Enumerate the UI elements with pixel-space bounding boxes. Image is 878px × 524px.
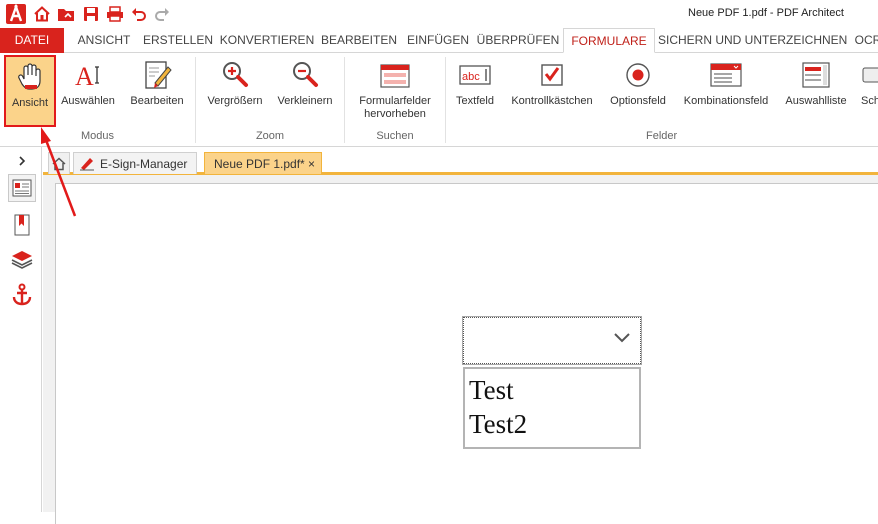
group-label-suchen: Suchen bbox=[376, 130, 414, 142]
home-tab[interactable] bbox=[48, 152, 70, 174]
window-title: Neue PDF 1.pdf - PDF Architect bbox=[688, 7, 844, 19]
group-label-zoom: Zoom bbox=[255, 130, 285, 142]
bearbeiten-label: Bearbeiten bbox=[130, 95, 184, 107]
edit-form-icon bbox=[141, 59, 173, 91]
left-navigation-panel bbox=[0, 147, 42, 512]
tab-label: E-Sign-Manager bbox=[100, 157, 188, 171]
auswaehlen-button[interactable]: A Auswählen bbox=[58, 55, 118, 127]
group-label-felder: Felder bbox=[646, 130, 678, 142]
verkleinern-button[interactable]: Verkleinern bbox=[272, 55, 338, 127]
tab-ansicht[interactable]: ANSICHT bbox=[70, 28, 138, 53]
layers-icon[interactable] bbox=[8, 245, 36, 273]
tab-e-sign-manager[interactable]: E-Sign-Manager bbox=[73, 152, 197, 174]
document-tab-bar: E-Sign-Manager Neue PDF 1.pdf* × bbox=[43, 147, 878, 175]
kontrollkaestchen-button[interactable]: Kontrollkästchen bbox=[505, 55, 599, 127]
list-item[interactable]: Test bbox=[469, 375, 514, 405]
ansicht-mode-button[interactable]: Ansicht bbox=[4, 55, 56, 127]
group-label-modus: Modus bbox=[80, 130, 115, 142]
optionsfeld-button[interactable]: Optionsfeld bbox=[603, 55, 673, 127]
print-icon[interactable] bbox=[105, 4, 125, 24]
title-bar: Neue PDF 1.pdf - PDF Architect bbox=[0, 0, 878, 28]
textfeld-label: Textfeld bbox=[456, 95, 494, 107]
zoom-in-icon bbox=[219, 59, 251, 91]
schaltflaeche-label: Sch bbox=[861, 95, 878, 107]
pdf-page: Test Test2 bbox=[55, 183, 878, 524]
auswahlliste-label: Auswahlliste bbox=[785, 95, 847, 107]
list-item[interactable]: Test2 bbox=[469, 409, 527, 439]
chevron-down-icon[interactable] bbox=[613, 332, 631, 347]
vergroessern-label: Vergrößern bbox=[207, 95, 263, 107]
svg-text:A: A bbox=[75, 62, 94, 91]
save-icon[interactable] bbox=[81, 4, 101, 24]
document-viewport: Test Test2 bbox=[43, 175, 878, 524]
highlight-fields-icon bbox=[379, 59, 411, 91]
tab-sichern-und-unterzeichnen[interactable]: SICHERN UND UNTERZEICHNEN bbox=[658, 28, 847, 53]
close-tab-icon[interactable]: × bbox=[308, 153, 315, 175]
radio-icon bbox=[622, 59, 654, 91]
home-icon[interactable] bbox=[32, 4, 52, 24]
bearbeiten-button[interactable]: Bearbeiten bbox=[126, 55, 188, 127]
textfeld-button[interactable]: abc Textfeld bbox=[452, 55, 498, 127]
kontrollkaestchen-label: Kontrollkästchen bbox=[511, 95, 593, 107]
kombinationsfeld-label: Kombinationsfeld bbox=[683, 95, 769, 107]
open-folder-icon[interactable] bbox=[56, 4, 76, 24]
redo-icon[interactable] bbox=[152, 4, 172, 24]
listbox-icon bbox=[800, 59, 832, 91]
formularfelder-hervorheben-button[interactable]: Formularfelder hervorheben bbox=[352, 55, 438, 127]
bookmarks-icon[interactable] bbox=[8, 211, 36, 239]
optionsfeld-label: Optionsfeld bbox=[610, 95, 666, 107]
tab-datei[interactable]: DATEI bbox=[0, 28, 64, 53]
list-box-field[interactable]: Test Test2 bbox=[463, 367, 641, 449]
combo-box-field[interactable] bbox=[462, 316, 642, 365]
app-logo-icon[interactable] bbox=[6, 4, 26, 24]
tab-einfuegen[interactable]: EINFÜGEN bbox=[403, 28, 473, 53]
tab-konvertieren[interactable]: KONVERTIEREN bbox=[218, 28, 316, 53]
tab-ocr[interactable]: OCR bbox=[848, 28, 878, 53]
expand-panel-chevron-icon[interactable] bbox=[8, 151, 36, 171]
kombinationsfeld-button[interactable]: Kombinationsfeld bbox=[677, 55, 775, 127]
auswahlliste-button[interactable]: Auswahlliste bbox=[780, 55, 852, 127]
formularfelder-hervorheben-label: Formularfelder hervorheben bbox=[359, 95, 431, 120]
zoom-out-icon bbox=[289, 59, 321, 91]
page-thumbnails-icon[interactable] bbox=[8, 174, 36, 202]
tab-ueberpruefen[interactable]: ÜBERPRÜFEN bbox=[476, 28, 560, 53]
undo-icon[interactable] bbox=[129, 4, 149, 24]
tab-erstellen[interactable]: ERSTELLEN bbox=[141, 28, 215, 53]
tab-neue-pdf-1[interactable]: Neue PDF 1.pdf* × bbox=[204, 152, 322, 174]
text-cursor-icon: A bbox=[72, 59, 104, 91]
ansicht-label: Ansicht bbox=[11, 97, 49, 109]
home-icon bbox=[52, 156, 66, 170]
combobox-icon bbox=[710, 59, 742, 91]
button-icon bbox=[862, 59, 878, 91]
checkbox-icon bbox=[536, 59, 568, 91]
vergroessern-button[interactable]: Vergrößern bbox=[202, 55, 268, 127]
ribbon-panel: Ansicht A Auswählen Bearbeiten Modus Ver… bbox=[0, 53, 878, 147]
ribbon-tab-bar: DATEI ANSICHT ERSTELLEN KONVERTIEREN BEA… bbox=[0, 28, 878, 53]
anchor-icon[interactable] bbox=[8, 281, 36, 309]
tab-label: Neue PDF 1.pdf* bbox=[214, 157, 305, 171]
auswaehlen-label: Auswählen bbox=[61, 95, 115, 107]
textfield-icon: abc bbox=[459, 59, 491, 91]
verkleinern-label: Verkleinern bbox=[277, 95, 333, 107]
tab-bearbeiten[interactable]: BEARBEITEN bbox=[319, 28, 399, 53]
hand-icon bbox=[14, 61, 46, 93]
svg-text:abc: abc bbox=[462, 71, 480, 83]
tab-formulare[interactable]: FORMULARE bbox=[563, 28, 655, 53]
schaltflaeche-button[interactable]: Sch bbox=[856, 55, 878, 127]
